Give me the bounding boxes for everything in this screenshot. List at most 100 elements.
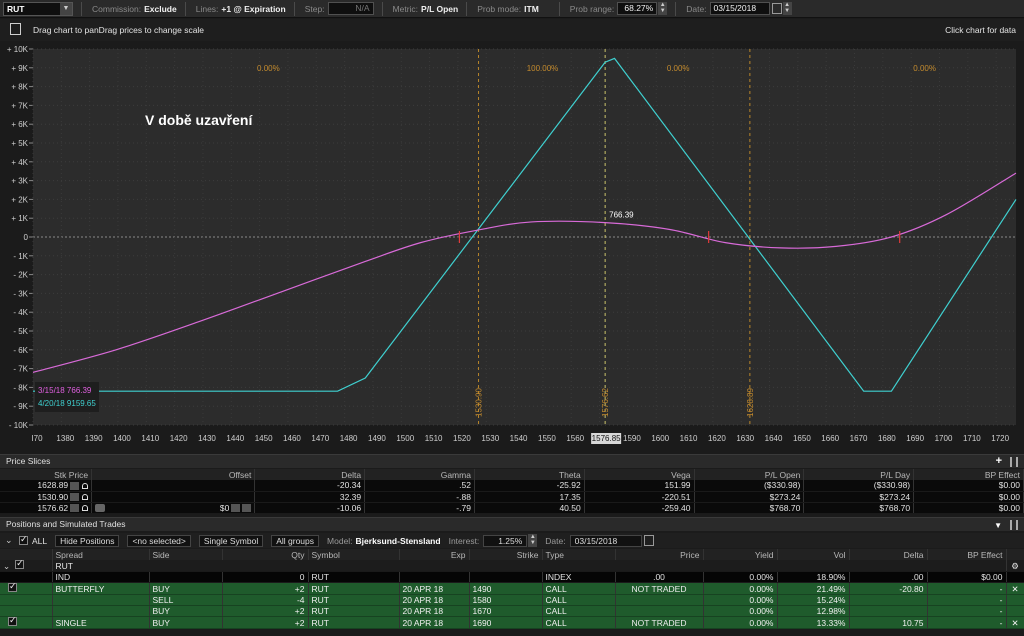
row-checkbox[interactable] [0,605,53,617]
single-symbol-dropdown[interactable]: Single Symbol [198,534,264,547]
col-exp[interactable]: Exp [399,549,470,560]
gear-icon[interactable]: ⚙ [1006,560,1024,572]
position-row[interactable]: IND 0 RUT INDEX .00 0.00% 18.90% .00 $0.00 [0,571,1024,583]
side-cell[interactable]: SELL [149,594,223,606]
side-cell[interactable]: BUY [149,605,223,617]
interest-stepper[interactable]: ▲ ▼ [528,534,538,547]
prob-range-stepper[interactable]: ▲ ▼ [658,2,668,15]
strike-cell[interactable]: 1690 [469,616,543,629]
price-cell[interactable]: NOT TRADED [615,616,704,629]
type-cell[interactable]: CALL [542,594,616,606]
hide-positions-button[interactable]: Hide Positions [55,534,120,547]
col-yield[interactable]: Yield [703,549,778,560]
col-gamma[interactable]: Gamma [364,469,475,480]
col-spread[interactable]: Spread [52,549,150,560]
type-cell[interactable]: CALL [542,605,616,617]
slice-price-cell[interactable]: 1628.89 [0,480,93,492]
price-cell[interactable] [615,594,704,606]
all-checkbox[interactable] [19,534,28,545]
date-input[interactable]: 03/15/2018 [709,2,770,15]
position-row[interactable]: BUY +2 RUT 20 APR 18 1670 CALL 0.00% 12.98% - [0,605,1024,617]
calendar-icon[interactable] [643,535,654,546]
position-row[interactable]: BUTTERFLYBUY+2RUT20 APR 181490CALLNOT TR… [0,582,1024,595]
group-toggle[interactable]: ⌄ [0,560,53,572]
row-checkbox[interactable] [0,616,53,629]
type-cell[interactable]: INDEX [542,571,616,583]
col-type[interactable]: Type [542,549,616,560]
exp-cell[interactable]: 20 APR 18 [399,582,470,595]
positions-date-input[interactable]: 03/15/2018 [569,534,642,547]
step-input[interactable]: N/A [327,2,374,15]
prob-range-input[interactable]: 68.27% [617,2,658,15]
interest-input[interactable]: 1.25% [483,534,528,547]
slice-row[interactable]: 1576.62 $0 -10.06 -.79 40.50 -259.40 $76… [0,502,1024,514]
price-cell[interactable] [615,605,704,617]
col-symbol[interactable]: Symbol [308,549,400,560]
type-cell[interactable]: CALL [542,616,616,629]
col-side[interactable]: Side [149,549,223,560]
side-cell[interactable]: BUY [149,582,223,595]
exp-cell[interactable]: 20 APR 18 [399,594,470,606]
col-pl-open[interactable]: P/L Open [694,469,805,480]
symbol-input[interactable]: RUT ▼ [3,1,73,16]
risk-profile-chart[interactable]: + 10K + 9K + 8K + 7K + 6K + 5K + 4K + 3K + 2K + 1… [0,41,1024,453]
lock-icon[interactable] [82,505,89,512]
add-slice-icon[interactable]: + [996,455,1002,468]
strike-cell[interactable]: 1670 [469,605,543,617]
chevron-down-icon[interactable] [242,504,252,512]
col-vega[interactable]: Vega [584,469,695,480]
chevron-down-icon[interactable]: ⌄ [5,536,14,545]
col-offset[interactable]: Offset [91,469,256,480]
strike-cell[interactable] [469,571,543,583]
commission-value[interactable]: Exclude [144,4,177,14]
col-stk-price[interactable]: Stk Price [0,469,93,480]
row-checkbox[interactable] [0,594,53,606]
prob-mode-value[interactable]: ITM [524,4,539,14]
calendar-icon[interactable] [771,3,782,14]
col-bp-effect[interactable]: BP Effect [927,549,1007,560]
row-action[interactable] [1006,571,1024,583]
stepper-icon[interactable] [70,504,80,512]
metric-value[interactable]: P/L Open [421,4,458,14]
exp-cell[interactable]: 20 APR 18 [399,616,470,629]
col-delta[interactable]: Delta [849,549,928,560]
qty-cell[interactable]: 0 [222,571,309,583]
pause-icon[interactable] [1010,520,1018,530]
side-cell[interactable]: BUY [149,616,223,629]
price-cell[interactable]: NOT TRADED [615,582,704,595]
model-value[interactable]: Bjerksund-Stensland [356,536,441,546]
slice-price-cell[interactable]: 1576.62 [0,502,93,514]
col-bp-effect[interactable]: BP Effect [913,469,1024,480]
chevron-down-icon[interactable]: ▼ [60,2,72,15]
stepper-icon[interactable] [231,504,241,512]
position-row[interactable]: SELL -4 RUT 20 APR 18 1580 CALL 0.00% 15.24% - [0,594,1024,606]
row-checkbox-box[interactable] [8,617,17,626]
stepper-icon[interactable] [70,493,80,501]
all-groups-dropdown[interactable]: All groups [271,534,320,547]
price-cell[interactable]: .00 [615,571,704,583]
chevron-down-icon[interactable]: ⌄ [3,561,10,571]
col-theta[interactable]: Theta [474,469,585,480]
exp-cell[interactable]: 20 APR 18 [399,605,470,617]
close-icon[interactable]: ✕ [1006,582,1024,595]
row-checkbox[interactable] [0,582,53,595]
lock-icon[interactable] [82,494,89,501]
row-action[interactable] [1006,605,1024,617]
slice-offset-cell[interactable]: $0 [91,502,256,514]
chart-hint-right[interactable]: Click chart for data [945,25,1016,35]
dollar-icon[interactable] [95,503,106,512]
row-action[interactable] [1006,594,1024,606]
no-selected-dropdown[interactable]: <no selected> [127,534,191,547]
chart-svg[interactable]: + 10K + 9K + 8K + 7K + 6K + 5K + 4K + 3K + 2K + 1… [0,41,1024,453]
side-cell[interactable] [149,571,223,583]
date-stepper[interactable]: ▲ ▼ [782,2,792,15]
col-vol[interactable]: Vol [777,549,850,560]
qty-cell[interactable]: +2 [222,605,309,617]
lines-value[interactable]: +1 @ Expiration [221,4,285,14]
row-checkbox-box[interactable] [8,583,17,592]
col-delta[interactable]: Delta [254,469,366,480]
collapse-icon[interactable]: ▼ [994,519,1002,532]
exp-cell[interactable] [399,571,470,583]
slice-row[interactable]: 1530.90 32.39 -.88 17.35 -220.51 $273.24… [0,491,1024,503]
col-pl-day[interactable]: P/L Day [803,469,915,480]
